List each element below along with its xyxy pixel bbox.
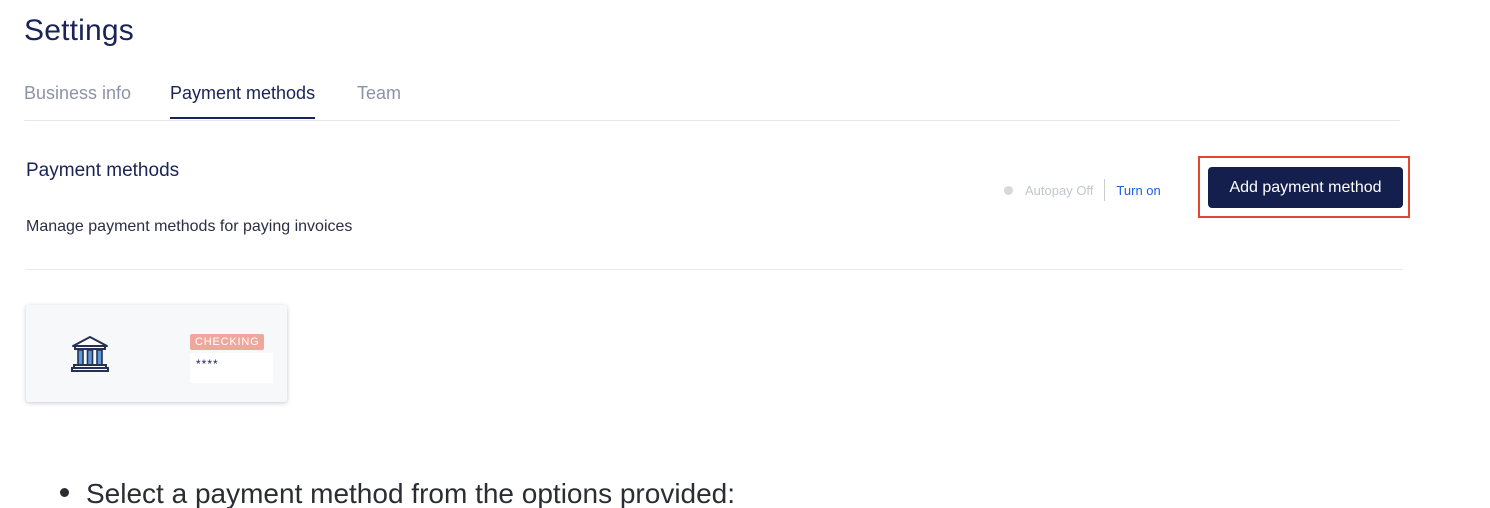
section-title: Payment methods bbox=[26, 160, 180, 181]
settings-page: Settings Business info Payment methods T… bbox=[0, 0, 1490, 508]
account-number-area: **** bbox=[190, 353, 273, 383]
settings-tabs: Business info Payment methods Team bbox=[24, 80, 1400, 121]
bullet-icon bbox=[60, 488, 69, 497]
page-title: Settings bbox=[24, 14, 134, 47]
bank-icon bbox=[71, 336, 109, 372]
turn-on-autopay-link[interactable]: Turn on bbox=[1116, 183, 1160, 198]
section-divider bbox=[26, 269, 1403, 270]
instruction-list-item: Select a payment method from the options… bbox=[60, 478, 735, 508]
autopay-status: Autopay Off bbox=[1025, 182, 1094, 198]
account-type-badge: CHECKING bbox=[190, 334, 265, 350]
masked-account-number: **** bbox=[196, 357, 219, 371]
tab-payment-methods[interactable]: Payment methods bbox=[170, 83, 316, 119]
instruction-text: Select a payment method from the options… bbox=[86, 478, 736, 508]
tab-business-info[interactable]: Business info bbox=[24, 83, 131, 119]
tab-team[interactable]: Team bbox=[357, 83, 401, 119]
autopay-control: Autopay Off Turn on bbox=[1004, 179, 1161, 201]
section-description: Manage payment methods for paying invoic… bbox=[26, 218, 353, 235]
add-payment-method-button[interactable]: Add payment method bbox=[1208, 167, 1403, 208]
autopay-divider bbox=[1104, 179, 1106, 201]
autopay-status-dot-icon bbox=[1004, 185, 1013, 195]
payment-method-card[interactable]: CHECKING **** bbox=[26, 305, 287, 402]
